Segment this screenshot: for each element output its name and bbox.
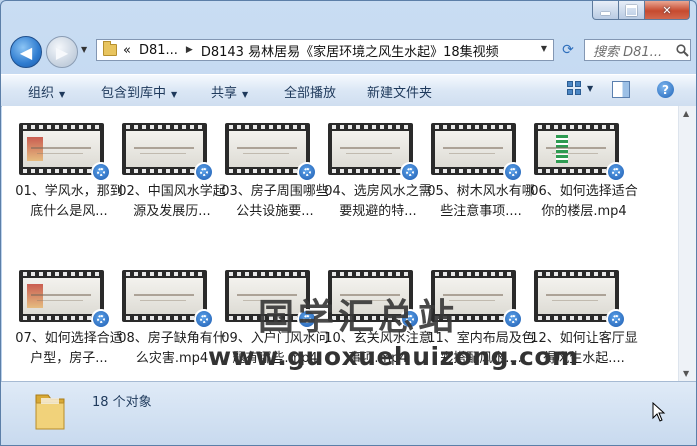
caption-buttons: ✕ (592, 1, 690, 20)
command-bar: 组织 ▼ 包含到库中 ▼ 共享 ▼ 全部播放 新建文件夹 ▼ ? (1, 74, 696, 107)
arrow-right-icon: ▶ (55, 42, 69, 62)
media-player-icon (91, 309, 111, 329)
details-pane: 18 个对象 (1, 381, 696, 445)
media-player-icon (297, 162, 317, 182)
explorer-window: ✕ ◀ ▶ ▼ « D81... ▶ D8143 易林居易《家居环境之风生水起》… (0, 0, 697, 446)
share-menu[interactable]: 共享 ▼ (211, 82, 248, 101)
organize-label: 组织 (28, 86, 55, 101)
file-name: 05、树木风水有哪些注意事项.... (427, 184, 535, 219)
media-player-icon (503, 162, 523, 182)
folder-icon (35, 394, 65, 430)
file-name: 03、房子周围哪些公共设施要... (221, 184, 329, 219)
media-player-icon (91, 162, 111, 182)
folder-icon (103, 41, 117, 56)
chevron-down-icon: ▼ (59, 90, 66, 99)
chevron-down-icon: ▼ (242, 90, 249, 99)
breadcrumb-parent[interactable]: D81... (139, 43, 178, 58)
arrow-left-icon: ◀ (19, 42, 33, 62)
scroll-down-icon[interactable]: ▼ (683, 369, 689, 378)
media-player-icon (194, 162, 214, 182)
watermark-title: 国学汇总站 (258, 297, 459, 338)
media-player-icon (606, 309, 626, 329)
new-folder-button[interactable]: 新建文件夹 (367, 82, 432, 101)
breadcrumb-chevron[interactable]: « (123, 43, 131, 58)
address-bar[interactable]: « D81... ▶ D8143 易林居易《家居环境之风生水起》18集视频 ▼ (96, 39, 554, 61)
media-player-icon (606, 162, 626, 182)
breadcrumb-current[interactable]: D8143 易林居易《家居环境之风生水起》18集视频 (201, 41, 499, 60)
breadcrumb-separator-icon[interactable]: ▶ (186, 45, 193, 55)
change-view-button[interactable]: ▼ (567, 81, 593, 95)
file-name: 04、选房风水之需要规避的特... (324, 184, 432, 219)
preview-pane-button[interactable] (612, 81, 630, 98)
address-dropdown-icon[interactable]: ▼ (541, 44, 547, 53)
file-name: 06、如何选择适合你的楼层.mp4 (530, 184, 638, 219)
help-button[interactable]: ? (657, 81, 674, 98)
maximize-icon (626, 4, 637, 16)
mouse-cursor-icon (652, 402, 666, 422)
file-list: 01、学风水，那到底什么是风... 02、中国风水学起源及发展历... 03、房子周… (2, 106, 678, 381)
media-player-icon (400, 162, 420, 182)
play-all-button[interactable]: 全部播放 (284, 82, 336, 101)
help-icon: ? (662, 82, 669, 97)
watermark-url: www.guoxuehuizong.com (208, 342, 579, 371)
forward-button[interactable]: ▶ (46, 36, 78, 68)
item-count: 18 个对象 (92, 395, 152, 410)
vertical-scrollbar[interactable]: ▲ ▼ (678, 106, 696, 381)
search-box[interactable]: 搜索 D81... (584, 39, 691, 61)
refresh-icon: ⟳ (562, 42, 574, 58)
recent-pages-dropdown[interactable]: ▼ (81, 45, 87, 54)
chevron-down-icon: ▼ (171, 90, 178, 99)
chevron-down-icon: ▼ (587, 83, 594, 93)
media-player-icon (194, 309, 214, 329)
view-grid-icon (567, 81, 581, 95)
back-button[interactable]: ◀ (10, 36, 42, 68)
include-in-library-menu[interactable]: 包含到库中 ▼ (101, 82, 177, 101)
close-button[interactable]: ✕ (645, 1, 690, 20)
minimize-button[interactable] (592, 1, 619, 20)
file-name: 02、中国风水学起源及发展历... (118, 184, 226, 219)
file-name: 07、如何选择合适户型，房子... (15, 331, 123, 366)
organize-menu[interactable]: 组织 ▼ (28, 82, 65, 101)
include-library-label: 包含到库中 (101, 86, 167, 101)
share-label: 共享 (211, 86, 238, 101)
refresh-button[interactable]: ⟳ (557, 39, 579, 61)
search-icon[interactable] (674, 43, 690, 57)
scroll-up-icon[interactable]: ▲ (683, 109, 689, 118)
maximize-button[interactable] (619, 1, 645, 20)
search-input[interactable]: 搜索 D81... (593, 41, 674, 60)
file-name: 01、学风水，那到底什么是风... (15, 184, 123, 219)
close-icon: ✕ (662, 3, 672, 17)
minimize-icon (601, 11, 610, 15)
media-player-icon (503, 309, 523, 329)
